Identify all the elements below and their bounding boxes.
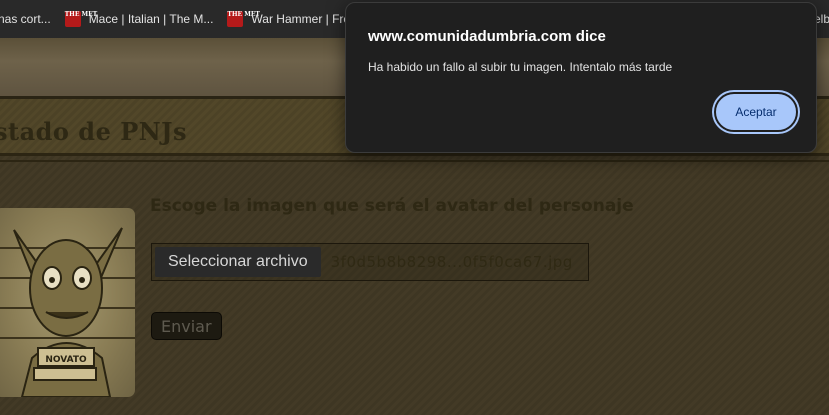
bookmark-label: War Hammer | Fren <box>251 12 357 26</box>
dialog-message: Ha habido un fallo al subir tu imagen. I… <box>368 60 673 74</box>
submit-button[interactable]: Enviar <box>151 312 222 340</box>
met-museum-icon: THE MET <box>227 11 260 27</box>
file-upload-field[interactable]: Seleccionar archivo 3f0d5b8b8298...0f5f0… <box>151 243 589 281</box>
met-museum-icon: THE MET <box>64 11 97 27</box>
dialog-title: www.comunidadumbria.com dice <box>368 28 606 45</box>
accept-button[interactable]: Aceptar <box>714 92 798 132</box>
bookmark-item[interactable]: THE MET Mace | Italian | The M... <box>58 5 221 33</box>
bookmark-label: nas cort... <box>0 12 51 26</box>
goblin-portrait-icon: NOVATO <box>0 227 135 397</box>
selected-file-name: 3f0d5b8b8298...0f5f0ca67.jpg <box>330 253 573 271</box>
bookmark-label: Mace | Italian | The M... <box>88 12 214 26</box>
bookmark-item[interactable]: THE MET War Hammer | Fren <box>220 5 363 33</box>
character-avatar: NOVATO <box>0 208 135 397</box>
page-title: stado de PNJs <box>0 117 188 146</box>
avatar-prompt: Escoge la imagen que será el avatar del … <box>150 196 634 216</box>
select-file-button[interactable]: Seleccionar archivo <box>155 247 321 277</box>
divider <box>0 160 829 162</box>
avatar-badge-text: NOVATO <box>45 355 87 365</box>
alert-dialog: www.comunidadumbria.com dice Ha habido u… <box>345 2 817 153</box>
bookmark-item[interactable]: nas cort... <box>0 5 58 33</box>
